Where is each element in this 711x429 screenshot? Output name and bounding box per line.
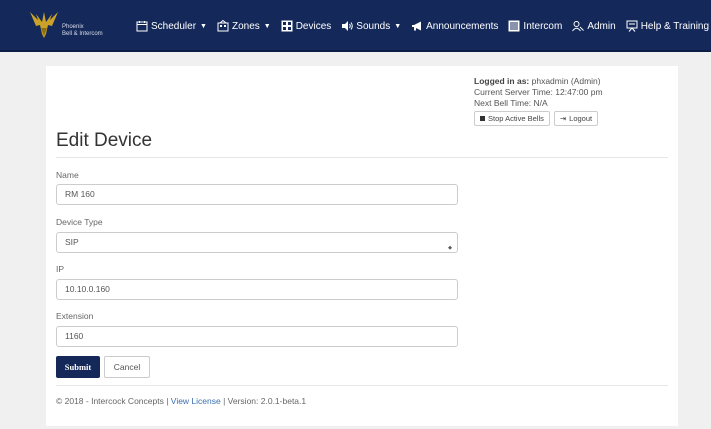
page-title: Edit Device — [56, 130, 153, 151]
logout-icon: ⇥ — [559, 114, 567, 123]
logged-in-line: Logged in as: phxadmin (Admin) — [474, 76, 603, 87]
content-panel: Logged in as: phxadmin (Admin) Current S… — [46, 66, 678, 426]
chevron-down-icon: ▼ — [200, 22, 207, 30]
footer-divider — [56, 385, 668, 386]
footer: © 2018 - Intercock Concepts | View Licen… — [56, 396, 306, 406]
nav-admin[interactable]: Admin — [572, 20, 616, 32]
nav-help-label: Help & Training — [640, 20, 710, 32]
name-label: Name — [56, 170, 79, 180]
next-bell-line: Next Bell Time: N/A — [474, 98, 603, 109]
main-nav: Scheduler ▼ Zones ▼ Devices Sounds ▼ Ann… — [136, 20, 711, 32]
nav-zones[interactable]: Zones ▼ — [217, 20, 271, 32]
device-type-value: SIP — [65, 237, 79, 247]
nav-devices-label: Devices — [295, 20, 332, 32]
footer-copyright: © 2018 - Intercock Concepts | — [56, 396, 169, 406]
nav-intercom-label: Intercom — [523, 20, 563, 32]
nav-scheduler[interactable]: Scheduler ▼ — [136, 20, 207, 32]
next-bell-value: N/A — [533, 98, 548, 108]
server-time-value: 12:47:00 pm — [555, 87, 603, 97]
chevron-down-icon: ▼ — [394, 22, 402, 30]
next-bell-label: Next Bell Time: — [474, 98, 532, 108]
status-buttons: Stop Active Bells ⇥ Logout — [474, 111, 603, 126]
nav-zones-label: Zones — [231, 20, 260, 32]
stop-icon — [480, 116, 485, 121]
device-type-select[interactable]: SIP ◆ — [56, 232, 458, 253]
ip-field[interactable]: 10.10.0.160 — [56, 279, 458, 300]
nav-sounds[interactable]: Sounds ▼ — [341, 20, 401, 32]
stop-active-bells-button[interactable]: Stop Active Bells — [474, 111, 550, 126]
extension-label: Extension — [56, 311, 94, 321]
name-field[interactable]: RM 160 — [56, 184, 458, 205]
header-divider — [56, 157, 668, 158]
nav-scheduler-label: Scheduler — [151, 20, 197, 32]
view-license-link[interactable]: View License — [171, 396, 221, 406]
nav-sounds-label: Sounds — [356, 20, 391, 32]
logged-in-user: phxadmin (Admin) — [531, 76, 601, 86]
brand-subtitle: Bell & Intercom — [62, 31, 103, 37]
megaphone-icon — [411, 20, 423, 32]
zones-icon — [217, 20, 229, 32]
nav-intercom[interactable]: Intercom — [508, 20, 562, 32]
logged-in-label: Logged in as: — [474, 76, 530, 86]
footer-version: | Version: 2.0.1-beta.1 — [223, 396, 307, 406]
brand[interactable]: Phoenix Bell & Intercom — [28, 8, 103, 40]
devices-icon — [281, 20, 293, 32]
intercom-icon — [508, 20, 520, 32]
calendar-icon — [136, 20, 148, 32]
user-key-icon — [572, 20, 585, 32]
chevron-down-icon: ▼ — [263, 22, 271, 30]
logout-button[interactable]: ⇥ Logout — [553, 111, 599, 126]
brand-name: Phoenix — [62, 24, 84, 30]
server-time-label: Current Server Time: — [474, 87, 553, 97]
extension-field[interactable]: 1160 — [56, 326, 458, 347]
nav-devices[interactable]: Devices — [281, 20, 332, 32]
nav-help[interactable]: Help & Training — [626, 20, 709, 32]
submit-button[interactable]: Submit — [56, 356, 100, 378]
stop-bells-label: Stop Active Bells — [488, 114, 544, 123]
logout-label: Logout — [569, 114, 593, 123]
nav-admin-label: Admin — [587, 20, 616, 32]
ip-label: IP — [56, 264, 65, 274]
select-arrow-icon: ◆ — [448, 245, 452, 251]
speaker-icon — [341, 20, 354, 32]
help-training-icon — [626, 20, 638, 32]
nav-announcements[interactable]: Announcements — [411, 20, 498, 32]
eagle-logo-icon — [30, 12, 58, 38]
nav-announcements-label: Announcements — [426, 20, 499, 32]
device-type-label: Device Type — [56, 217, 103, 227]
top-navbar: Phoenix Bell & Intercom Scheduler ▼ Zone… — [0, 0, 711, 52]
cancel-button[interactable]: Cancel — [104, 356, 150, 378]
server-time-line: Current Server Time: 12:47:00 pm — [474, 87, 603, 98]
session-status: Logged in as: phxadmin (Admin) Current S… — [474, 76, 603, 126]
